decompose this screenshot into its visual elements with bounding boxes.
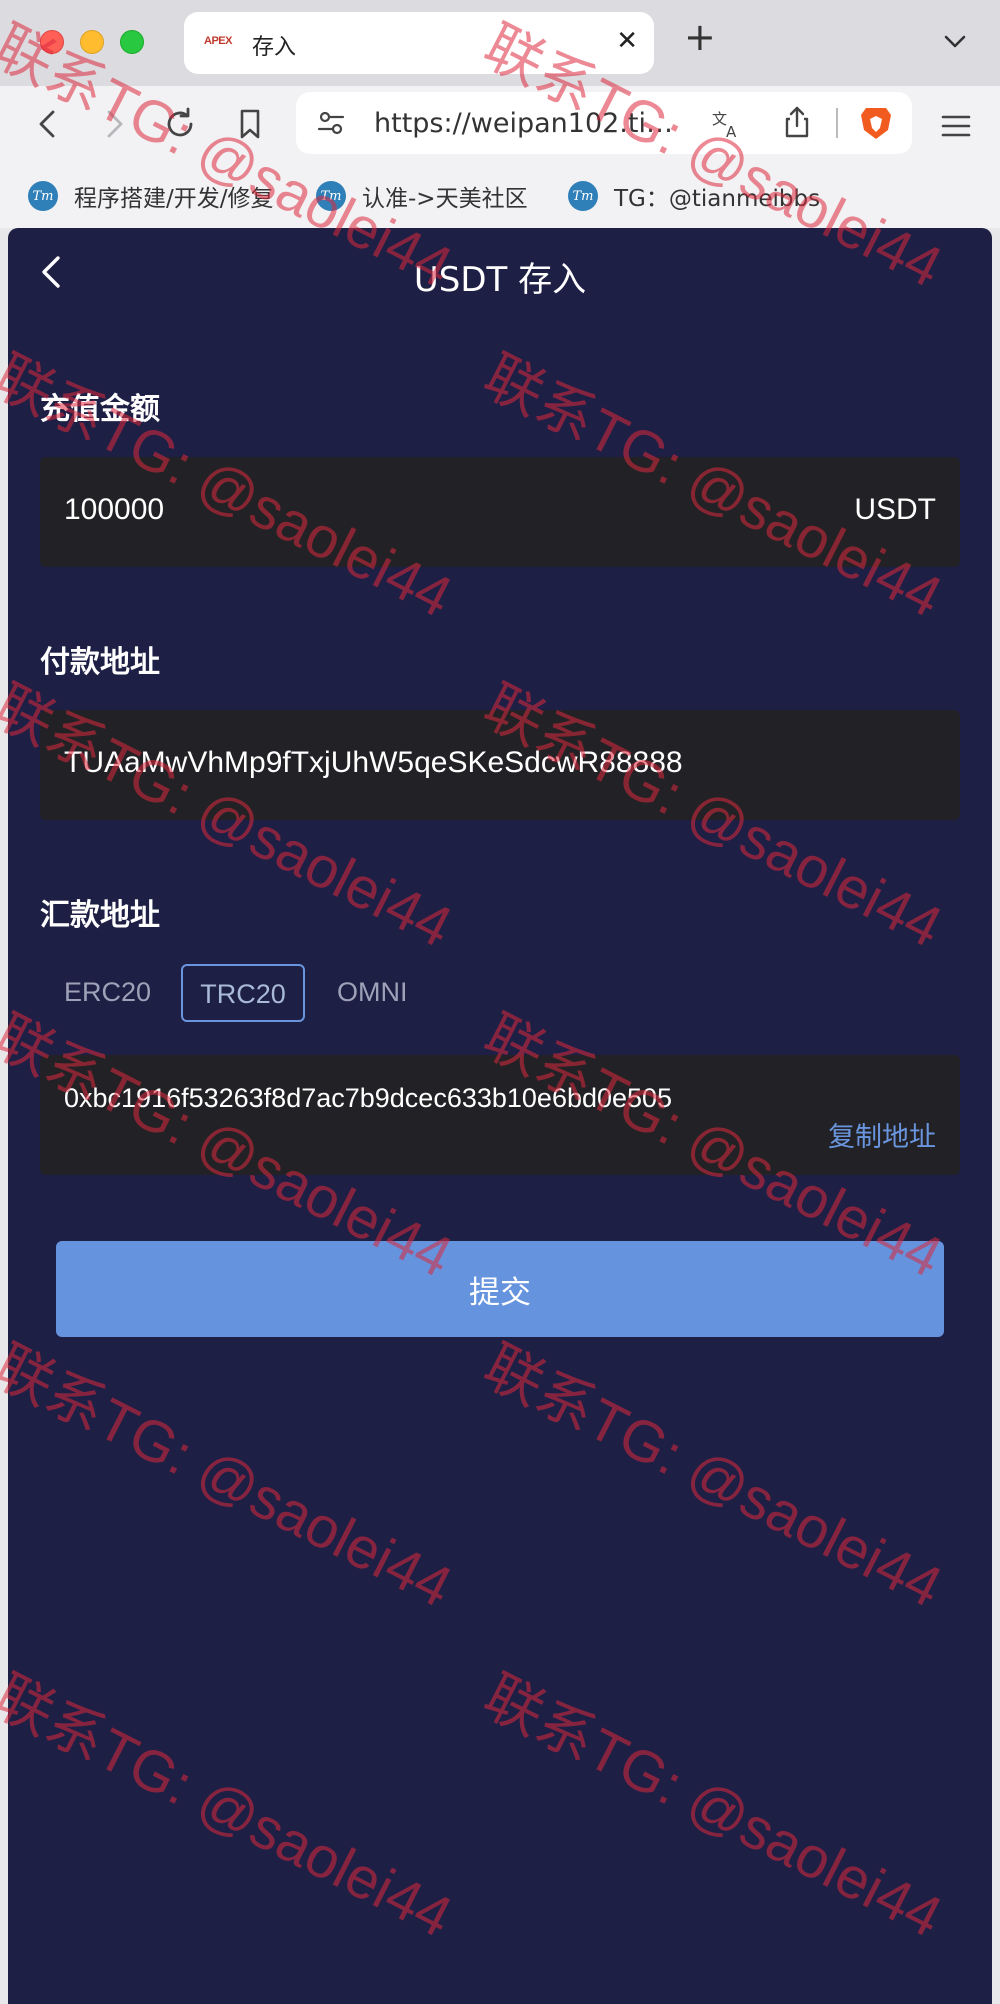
brave-shield-icon[interactable] <box>858 104 894 142</box>
bookmark-favicon: Tm <box>316 181 346 211</box>
bookmark-favicon: Tm <box>28 181 58 211</box>
bookmark-item[interactable]: Tm 程序搭建/开发/修复 <box>28 176 274 216</box>
window-close-button[interactable] <box>40 30 64 54</box>
copy-address-button[interactable]: 复制地址 <box>828 1115 936 1154</box>
bookmark-label: 程序搭建/开发/修复 <box>74 186 274 212</box>
share-icon[interactable] <box>780 104 814 140</box>
tab-omni[interactable]: OMNI <box>321 964 424 1022</box>
reload-icon[interactable] <box>160 104 200 144</box>
site-settings-icon[interactable] <box>316 108 346 138</box>
amount-field[interactable]: 100000 USDT <box>40 457 960 567</box>
window-zoom-button[interactable] <box>120 30 144 54</box>
bookmark-item[interactable]: Tm TG：@tianmeibbs <box>568 176 820 216</box>
amount-unit: USDT <box>854 493 936 526</box>
browser-tab-bar: APEX 存入 ✕ + <box>0 0 1000 86</box>
tab-trc20[interactable]: TRC20 <box>181 964 305 1022</box>
close-icon[interactable]: ✕ <box>616 26 638 56</box>
bookmark-favicon: Tm <box>568 181 598 211</box>
tab-favicon: APEX <box>204 35 232 47</box>
bookmark-label: 认准->天美社区 <box>362 186 528 212</box>
payer-address-field[interactable]: TUAaMwVhMp9fTxjUhW5qeSKeSdcwR88888 <box>40 710 960 820</box>
url-text[interactable]: https://weipan102.timi... <box>374 108 692 139</box>
payer-address-label: 付款地址 <box>40 645 160 680</box>
address-bar[interactable]: https://weipan102.timi... 文 A <box>296 92 912 154</box>
amount-label: 充值金额 <box>40 392 160 427</box>
menu-icon[interactable] <box>938 108 974 144</box>
tab-title: 存入 <box>252 35 297 60</box>
deposit-page: USDT 存入 充值金额 100000 USDT 付款地址 TUAaMwVhMp… <box>8 228 992 2004</box>
translate-icon[interactable]: 文 A <box>710 106 744 140</box>
bookmark-label: TG：@tianmeibbs <box>614 186 821 212</box>
tab-erc20[interactable]: ERC20 <box>48 964 167 1022</box>
bookmark-icon[interactable] <box>230 104 270 144</box>
browser-tab[interactable]: APEX 存入 ✕ <box>184 12 654 74</box>
remit-address-label: 汇款地址 <box>40 898 160 933</box>
plus-icon[interactable]: + <box>684 18 716 56</box>
svg-text:文: 文 <box>712 110 727 128</box>
page-header: USDT 存入 <box>8 228 992 318</box>
bookmark-item[interactable]: Tm 认准->天美社区 <box>316 176 528 216</box>
chevron-down-icon[interactable] <box>940 26 970 56</box>
forward-arrow-icon[interactable] <box>94 104 134 144</box>
submit-button[interactable]: 提交 <box>56 1241 944 1337</box>
window-minimize-button[interactable] <box>80 30 104 54</box>
back-arrow-icon[interactable] <box>28 104 68 144</box>
payer-address-value[interactable]: TUAaMwVhMp9fTxjUhW5qeSKeSdcwR88888 <box>64 746 683 780</box>
toolbar-divider <box>836 108 838 138</box>
amount-value[interactable]: 100000 <box>64 493 164 527</box>
remit-address-box: 0xbc1916f53263f8d7ac7b9dcec633b10e6bd0e5… <box>40 1055 960 1175</box>
bookmarks-bar: Tm 程序搭建/开发/修复 Tm 认准->天美社区 Tm TG：@tianmei… <box>0 164 1000 228</box>
page-title: USDT 存入 <box>413 260 587 300</box>
svg-text:A: A <box>726 123 737 140</box>
remit-address-value: 0xbc1916f53263f8d7ac7b9dcec633b10e6bd0e5… <box>64 1083 673 1113</box>
